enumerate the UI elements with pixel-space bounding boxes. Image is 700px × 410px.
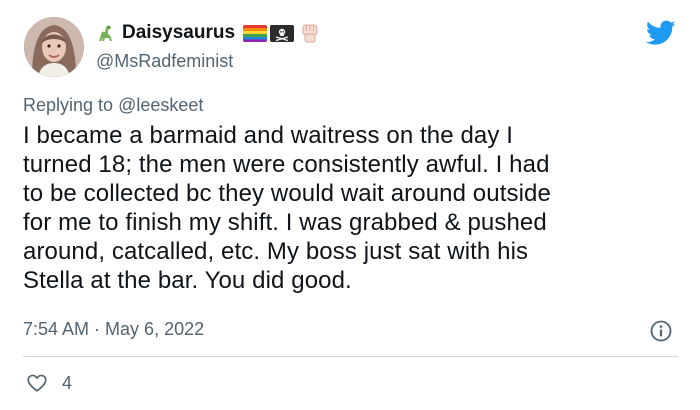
tweet-timestamp[interactable]: 7:54 AM · May 6, 2022 [23, 319, 204, 340]
heart-icon[interactable] [26, 372, 48, 394]
tweet-card: Daisysaurus @MsRadfeminist Replying to @… [0, 0, 700, 410]
avatar[interactable] [24, 17, 84, 77]
like-count: 4 [62, 372, 73, 393]
tweet-date: May 6, 2022 [105, 319, 205, 339]
user-handle[interactable]: @MsRadfeminist [96, 51, 233, 72]
pirate-flag-icon [270, 24, 295, 42]
twitter-bird-icon[interactable] [646, 20, 676, 46]
reply-target-link[interactable]: @leeskeet [118, 95, 203, 115]
name-row: Daisysaurus [96, 20, 321, 46]
reply-prefix: Replying to [23, 95, 119, 115]
tweet-time: 7:54 AM [23, 319, 90, 339]
tweet-text: I became a barmaid and waitress on the d… [23, 122, 551, 294]
divider [23, 356, 678, 357]
raised-fist-icon [302, 24, 318, 43]
meta-separator: · [89, 319, 106, 339]
rainbow-flag-icon [243, 24, 268, 42]
like-action[interactable]: 4 [26, 372, 72, 394]
info-icon[interactable] [649, 319, 673, 343]
display-name[interactable]: Daisysaurus [122, 22, 235, 44]
replying-to: Replying to @leeskeet [23, 95, 203, 116]
dinosaur-icon [99, 25, 112, 41]
